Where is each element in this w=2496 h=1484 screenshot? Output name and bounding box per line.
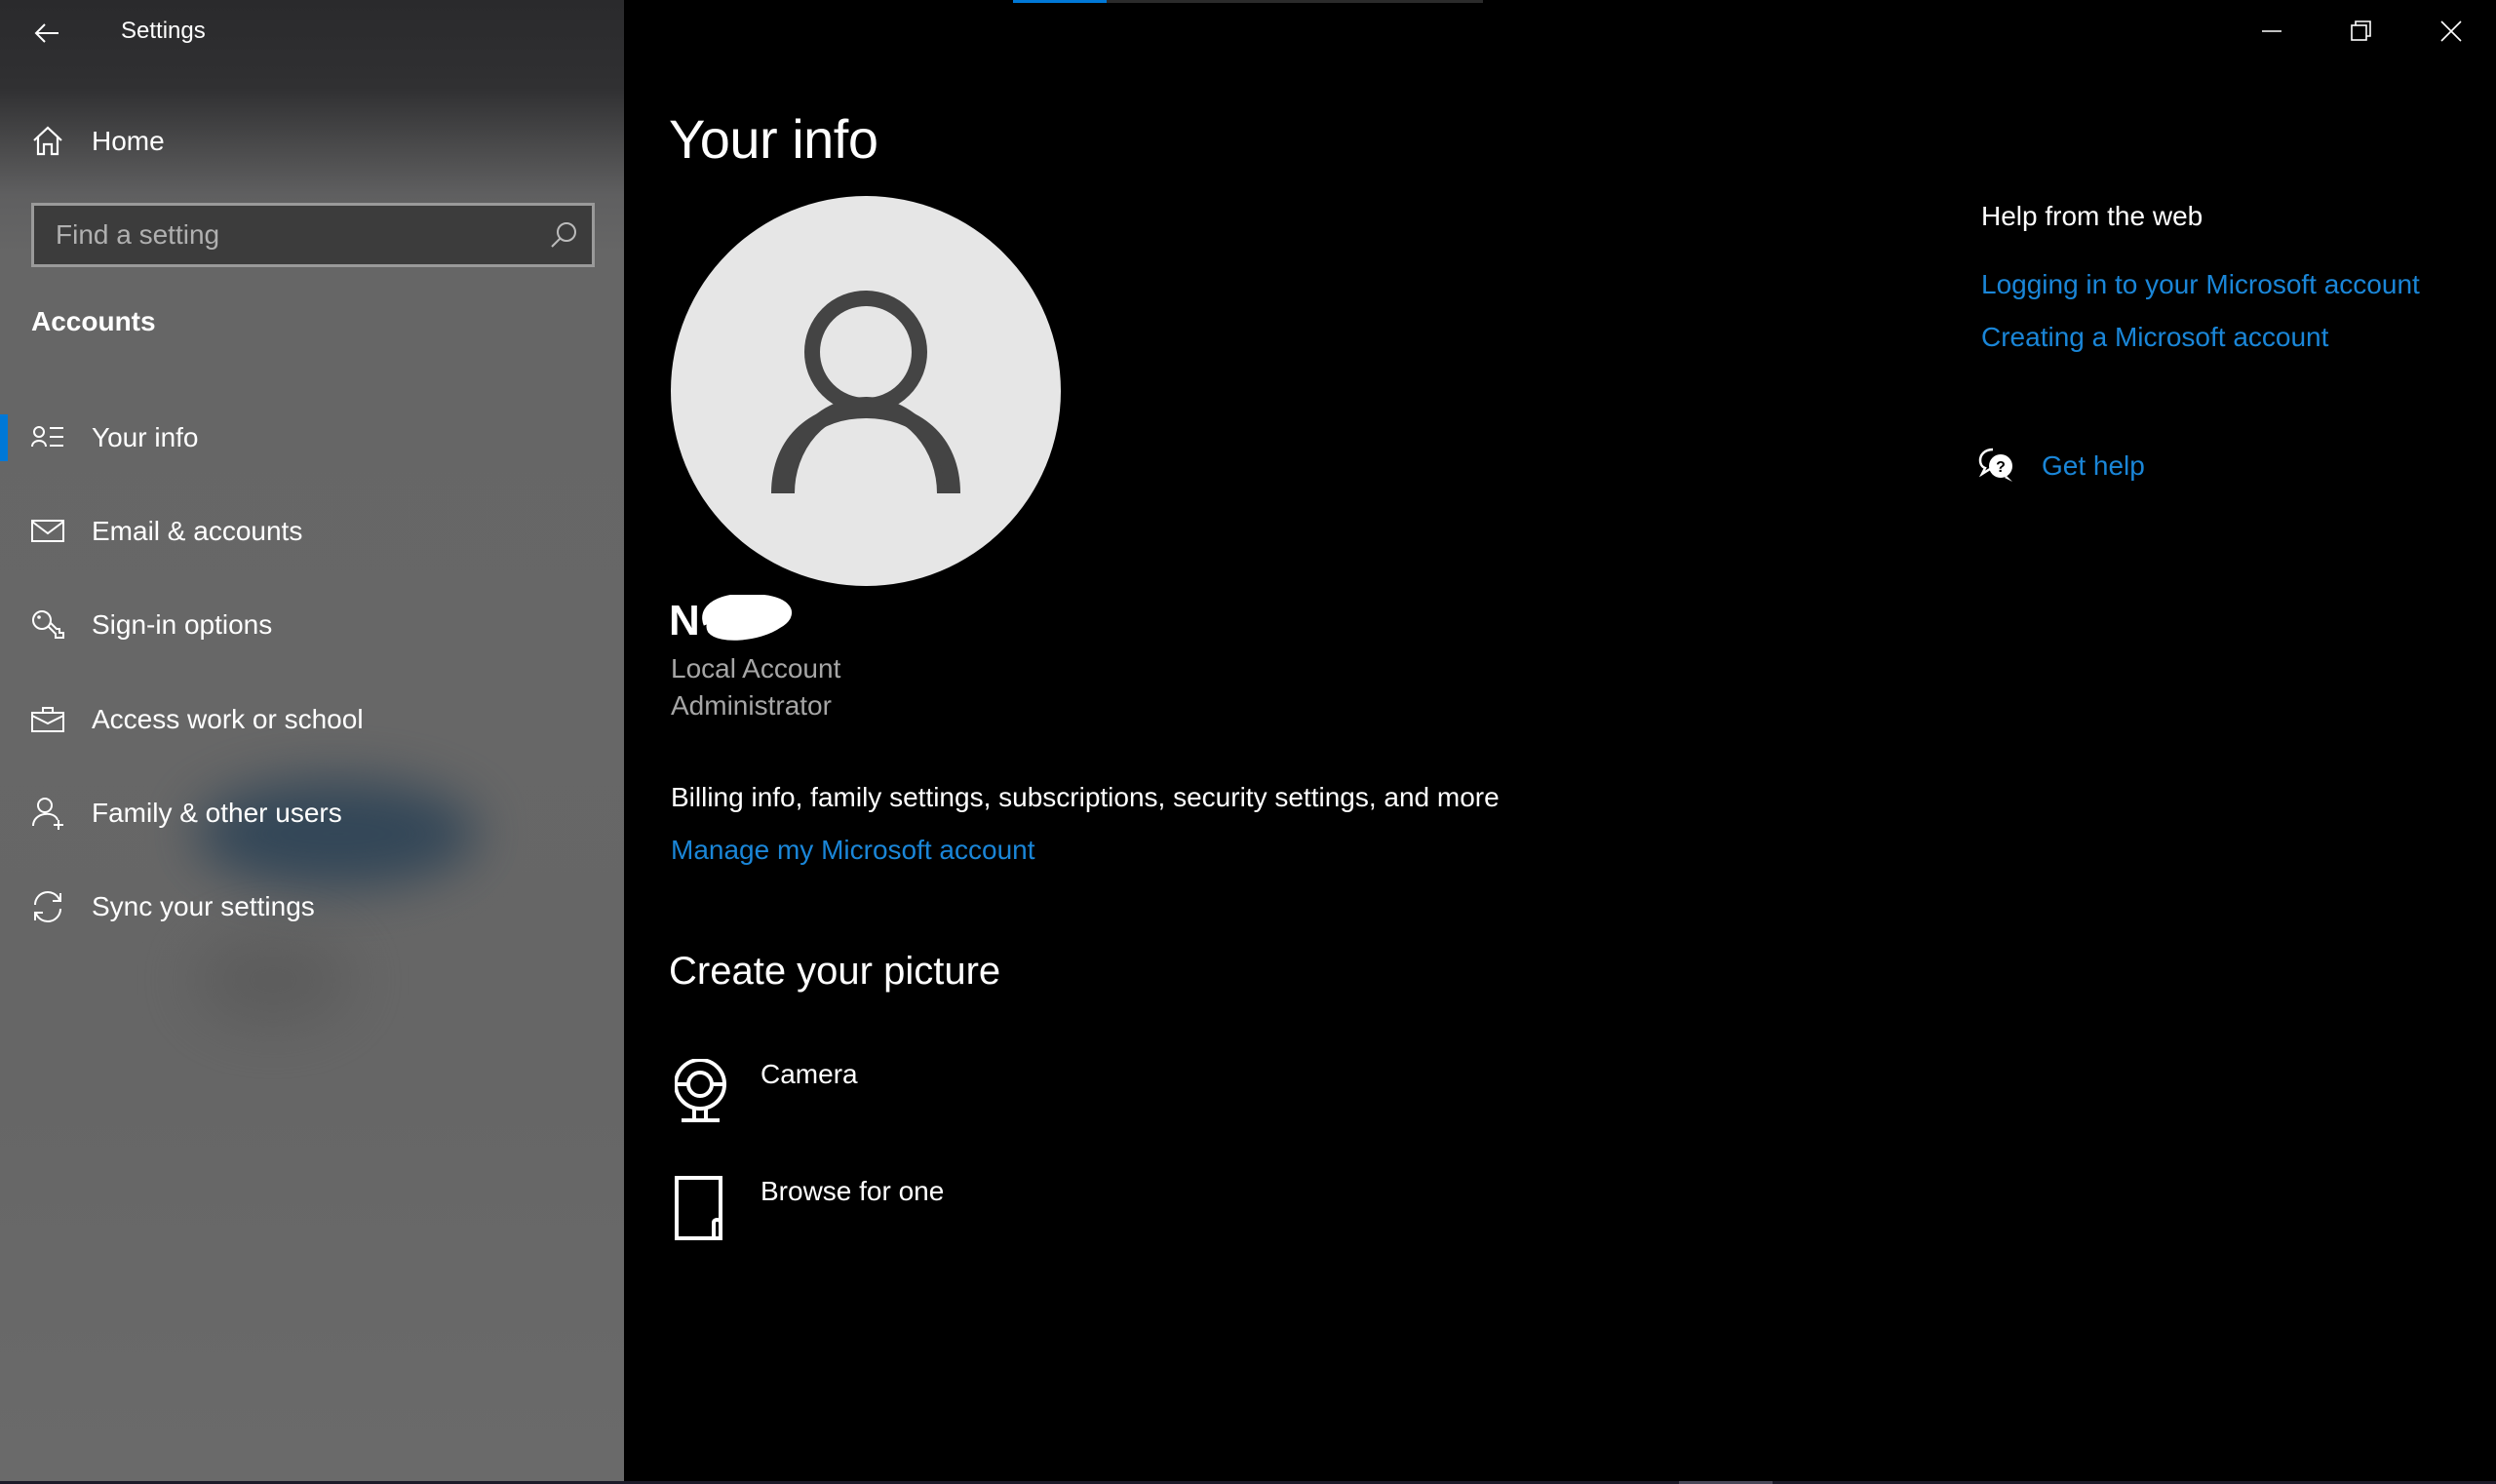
mail-icon	[31, 515, 64, 548]
help-link-logging-in[interactable]: Logging in to your Microsoft account	[1981, 269, 2420, 300]
briefcase-icon	[31, 703, 64, 736]
help-from-web-heading: Help from the web	[1981, 201, 2204, 231]
sidebar-item-family-other-users[interactable]: Family & other users	[0, 782, 624, 844]
user-name: N	[669, 597, 700, 644]
user-avatar	[671, 196, 1061, 586]
get-help-label: Get help	[2042, 450, 2145, 481]
sidebar-item-label: Email & accounts	[92, 516, 303, 546]
billing-description: Billing info, family settings, subscript…	[671, 782, 1500, 812]
loading-progress-fill	[1013, 0, 1108, 3]
sidebar: Settings Home Accounts Your info	[0, 0, 624, 1484]
camera-option[interactable]: Camera	[671, 1059, 1158, 1137]
app-title: Settings	[121, 18, 206, 44]
sidebar-item-label: Home	[92, 126, 165, 156]
sidebar-item-access-work-school[interactable]: Access work or school	[0, 688, 624, 751]
get-help-chat-icon: ?	[1978, 448, 2012, 482]
close-button[interactable]	[2406, 0, 2496, 62]
name-redaction-scribble	[702, 595, 792, 641]
account-role: Administrator	[671, 690, 832, 721]
home-icon	[31, 125, 64, 158]
browse-label: Browse for one	[760, 1176, 945, 1206]
section-title: Accounts	[31, 306, 156, 336]
svg-text:?: ?	[1996, 459, 2006, 476]
restore-button[interactable]	[2317, 0, 2406, 62]
sidebar-item-your-info[interactable]: Your info	[0, 407, 624, 469]
default-user-avatar-icon	[771, 291, 960, 494]
search-icon[interactable]	[549, 220, 578, 250]
sidebar-item-sign-in-options[interactable]: Sign-in options	[0, 594, 624, 656]
help-link-creating-account[interactable]: Creating a Microsoft account	[1981, 322, 2328, 353]
sidebar-item-label: Your info	[92, 422, 199, 452]
selected-indicator	[0, 414, 8, 461]
restore-icon	[2351, 20, 2371, 41]
sidebar-item-label: Sync your settings	[92, 891, 315, 921]
background-blur	[195, 936, 351, 1024]
minimize-icon	[2262, 30, 2282, 32]
add-user-icon	[31, 797, 64, 830]
back-arrow-icon	[34, 23, 58, 43]
sidebar-item-sync-settings[interactable]: Sync your settings	[0, 876, 624, 938]
sidebar-item-email-accounts[interactable]: Email & accounts	[0, 500, 624, 563]
minimize-button[interactable]	[2227, 0, 2317, 62]
sidebar-item-label: Access work or school	[92, 704, 364, 734]
camera-icon	[675, 1059, 726, 1122]
browse-file-icon	[675, 1176, 722, 1240]
close-icon	[2440, 20, 2462, 42]
sidebar-item-label: Sign-in options	[92, 609, 273, 640]
create-picture-heading: Create your picture	[669, 950, 1001, 993]
page-title: Your info	[669, 108, 878, 170]
sidebar-item-label: Family & other users	[92, 798, 342, 828]
get-help-button[interactable]: ? Get help	[1977, 447, 2289, 489]
browse-for-one-option[interactable]: Browse for one	[671, 1176, 1158, 1254]
account-type: Local Account	[671, 653, 841, 683]
search-box[interactable]	[31, 203, 595, 267]
manage-microsoft-account-link[interactable]: Manage my Microsoft account	[671, 835, 1035, 866]
camera-label: Camera	[760, 1059, 858, 1089]
sync-icon	[31, 890, 64, 923]
your-info-icon	[31, 421, 64, 454]
back-button[interactable]	[23, 12, 70, 55]
sidebar-item-home[interactable]: Home	[0, 110, 624, 173]
search-input[interactable]	[34, 206, 543, 264]
loading-progress-bar	[1013, 0, 1483, 3]
key-icon	[31, 608, 64, 642]
